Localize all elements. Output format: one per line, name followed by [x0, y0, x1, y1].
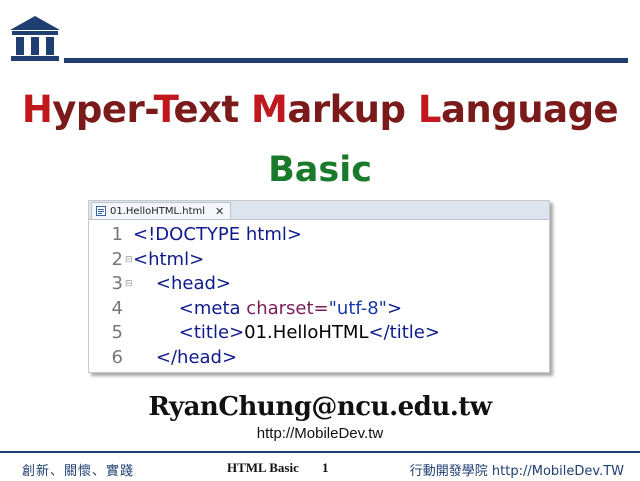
footer-rule [0, 451, 640, 453]
code-area: 1 <!DOCTYPE html> 2 ⊟ <html> 3 ⊟ <head> 4 <meta… [89, 223, 549, 370]
author-email: RyanChung@ncu.edu.tw [148, 392, 492, 422]
tab-label: 01.HelloHTML.html [110, 205, 206, 217]
code-text: <meta charset="utf-8"> [178, 297, 403, 319]
title-rest-2: ext [173, 88, 252, 131]
title-rest-1: yper- [52, 88, 154, 131]
line-number: 5 [111, 322, 123, 343]
code-line: 1 <!DOCTYPE html> [89, 223, 549, 248]
code-line: 6 </head> [89, 346, 549, 371]
title-rest-3: arkup [287, 88, 418, 131]
footer: 創新、關懷、實踐 HTML Basic 1 行動開發學院 http://Mobi… [0, 458, 640, 479]
footer-slogan: 創新、關懷、實踐 [22, 464, 135, 479]
title-cap-3: M [251, 88, 288, 131]
code-line: 3 ⊟ <head> [89, 272, 549, 297]
code-text: <title>01.HelloHTML</title> [178, 322, 440, 343]
editor-tab-bar: 01.HelloHTML.html ✕ [89, 201, 549, 220]
title-cap-1: H [21, 88, 53, 131]
code-text: </head> [155, 346, 238, 368]
footer-course: HTML Basic [227, 460, 299, 475]
slide-subtitle: Basic [268, 150, 372, 190]
fold-icon[interactable]: ⊟ [125, 280, 133, 289]
line-number: 3 [111, 273, 123, 294]
code-line: 5 <title>01.HelloHTML</title> [89, 321, 549, 346]
title-cap-4: L [417, 88, 442, 131]
line-number: 4 [111, 297, 123, 319]
editor-tab[interactable]: 01.HelloHTML.html ✕ [91, 202, 232, 219]
fold-icon[interactable]: ⊟ [125, 255, 133, 265]
author-url: http://MobileDev.tw [256, 425, 384, 442]
title-rest-4: anguage [440, 88, 619, 131]
code-text: <!DOCTYPE html> [133, 224, 302, 245]
line-number: 1 [111, 224, 123, 245]
code-text: <html> [133, 248, 205, 270]
code-line: 2 ⊟ <html> [89, 248, 549, 273]
code-editor-screenshot: 01.HelloHTML.html ✕ 1 <!DOCTYPE html> 2 ⊟ <h… [88, 200, 550, 373]
close-icon[interactable]: ✕ [215, 205, 224, 218]
code-line: 4 <meta charset="utf-8"> [89, 297, 549, 322]
line-number: 2 [111, 248, 123, 270]
slide-title: Hyper-Text Markup Language [0, 88, 640, 131]
code-text: <head> [155, 273, 232, 294]
line-number: 6 [111, 346, 123, 368]
html-file-icon [96, 206, 106, 216]
institute-logo-icon [8, 14, 62, 62]
footer-institute: 行動開發學院 http://MobileDev.TW [409, 464, 624, 479]
page-number: 1 [322, 460, 329, 475]
title-cap-2: T [153, 88, 174, 131]
header-rule [64, 58, 628, 63]
